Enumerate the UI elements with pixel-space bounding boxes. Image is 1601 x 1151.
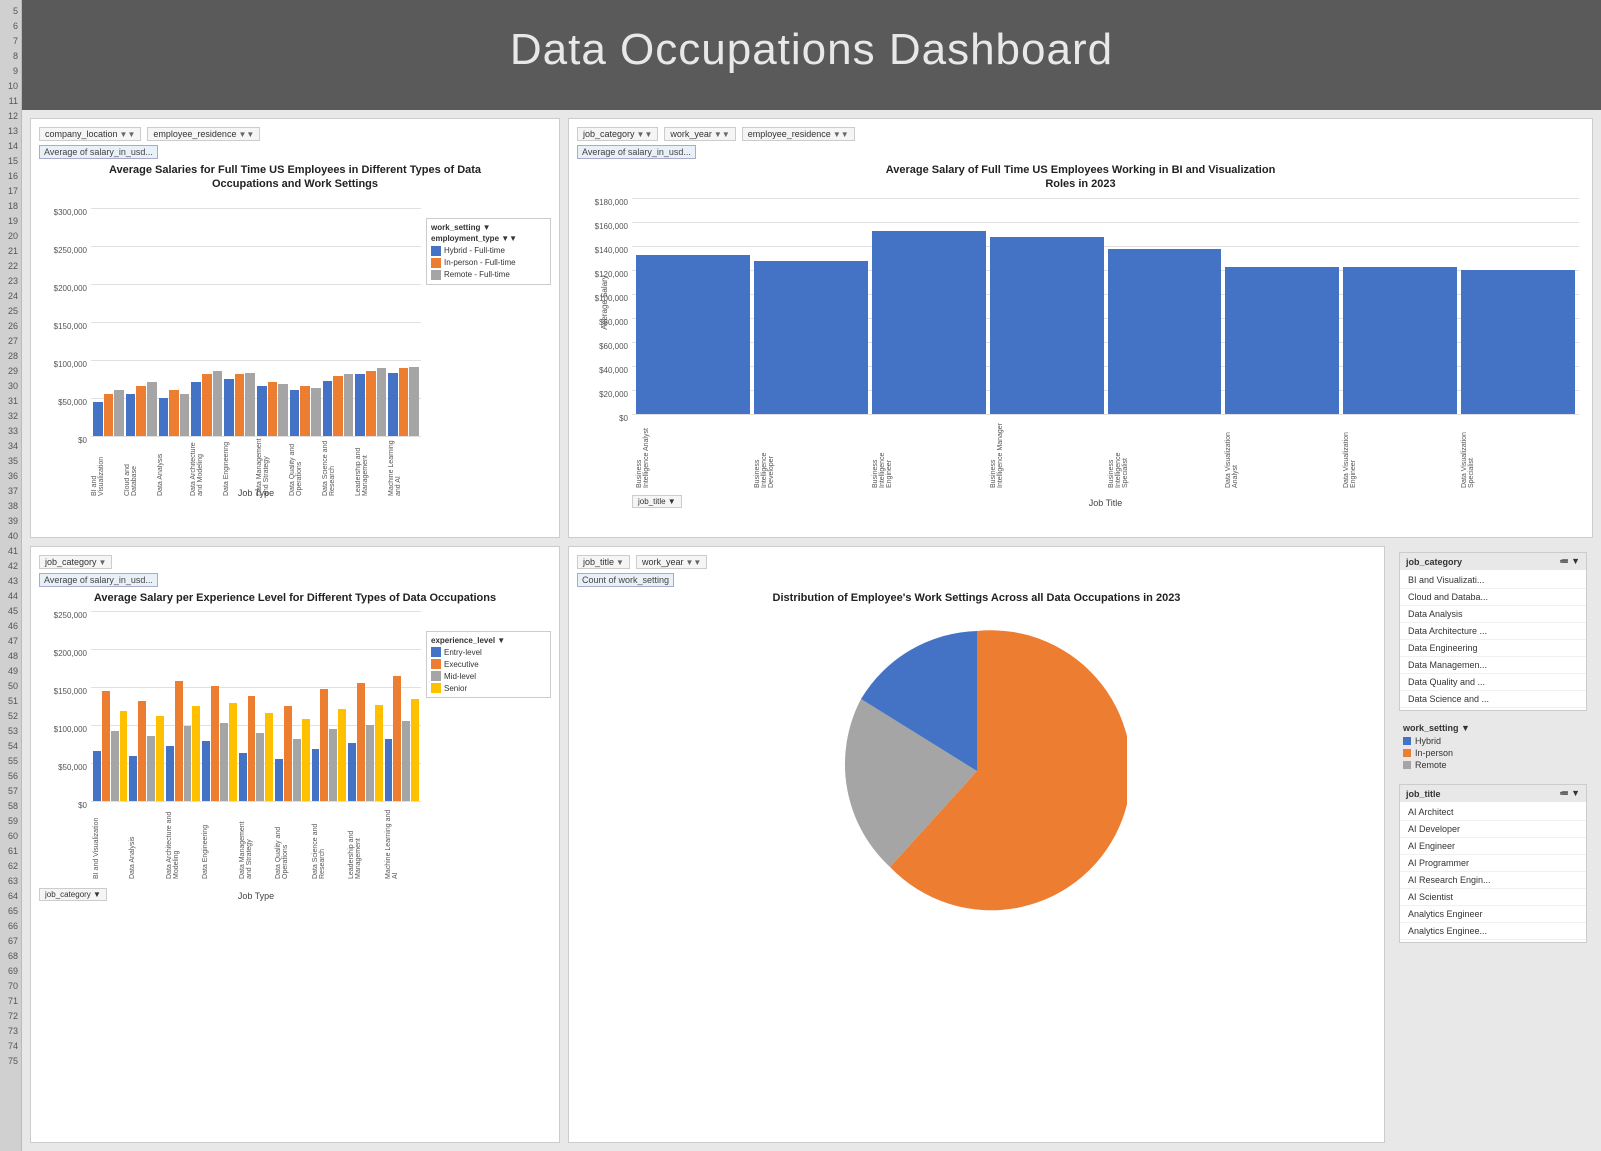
x-label-bi-specialist: Business Intelligence Specialist <box>1108 423 1222 488</box>
top-left-filters: company_location ▼▼ employee_residence ▼… <box>39 127 551 141</box>
x-label-bi-manager: Business Intelligence Manager <box>990 423 1104 488</box>
x-label-bi-engineer: Business Intelligence Engineer <box>872 423 986 488</box>
x-label-bi-developer: Business Intelligence Developer <box>754 423 868 488</box>
dashboard-header: Data Occupations Dashboard <box>22 0 1601 110</box>
job-title-filter-list[interactable]: AI Architect AI Developer AI Engineer AI… <box>1400 802 1586 942</box>
top-right-chart-title: Average Salary of Full Time US Employees… <box>577 163 1584 192</box>
right-sidebar: job_category ≔ ▼ BI and Visualizati... C… <box>1393 546 1593 1143</box>
bottom-middle-panel: job_title ▼ work_year ▼▼ Count of work_s… <box>568 546 1385 1143</box>
top-left-panel: company_location ▼▼ employee_residence ▼… <box>30 118 560 538</box>
bar-bi-manager <box>990 237 1104 414</box>
top-left-chart-title: Average Salaries for Full Time US Employ… <box>39 163 551 192</box>
bottom-left-panel: job_category ▼ Average of salary_in_usd.… <box>30 546 560 1143</box>
x-label-dv-engineer: Data Visualization Engineer <box>1343 423 1457 488</box>
filter-work-year[interactable]: work_year ▼▼ <box>664 127 735 141</box>
count-work-setting-label: Count of work_setting <box>577 573 674 587</box>
page-title: Data Occupations Dashboard <box>22 0 1601 95</box>
filter-item-analytics-enginee[interactable]: Analytics Enginee... <box>1400 923 1586 940</box>
top-right-panel: job_category ▼▼ work_year ▼▼ employee_re… <box>568 118 1593 538</box>
filter-item-analytics-engineer[interactable]: Analytics Engineer <box>1400 906 1586 923</box>
legend-work-setting-label: work_setting ▼ <box>431 223 546 232</box>
work-setting-legend-title: work_setting ▼ <box>1403 723 1583 733</box>
job-category-filter-header[interactable]: job_category ≔ ▼ <box>1400 553 1586 570</box>
filter-item-ai-developer[interactable]: AI Developer <box>1400 821 1586 838</box>
filter-employee-residence[interactable]: employee_residence ▼▼ <box>147 127 260 141</box>
bar-bi-specialist <box>1108 249 1222 414</box>
filter-item-management[interactable]: Data Managemen... <box>1400 657 1586 674</box>
bar-bi-developer <box>754 261 868 414</box>
job-title-filter-header[interactable]: job_title ≔ ▼ <box>1400 785 1586 802</box>
filter-item-cloud[interactable]: Cloud and Databa... <box>1400 589 1586 606</box>
job-category-filter-box: job_category ≔ ▼ BI and Visualizati... C… <box>1399 552 1587 711</box>
filter-item-engineering[interactable]: Data Engineering <box>1400 640 1586 657</box>
filter-job-title-chip[interactable]: job_title ▼ <box>632 495 682 508</box>
bar-dv-engineer <box>1343 267 1457 414</box>
x-label-bi-analyst: Business Intelligence Analyst <box>636 423 750 488</box>
filter-item-ai-programmer[interactable]: AI Programmer <box>1400 855 1586 872</box>
x-label-dv-analyst: Data Visualization Analyst <box>1225 423 1339 488</box>
bar-dv-specialist <box>1461 270 1575 414</box>
bar-bi-analyst <box>636 255 750 414</box>
row-numbers: 5 6 7 8 9 10 11 12 13 14 15 16 17 18 19 … <box>0 0 22 1151</box>
pie-chart-container <box>577 611 1376 931</box>
job-title-filter-box: job_title ≔ ▼ AI Architect AI Developer … <box>1399 784 1587 943</box>
filter-job-category-bottom[interactable]: job_category ▼ <box>39 555 112 569</box>
filter-item-ai-engineer[interactable]: AI Engineer <box>1400 838 1586 855</box>
filter-item-ai-architect[interactable]: AI Architect <box>1400 804 1586 821</box>
bottom-left-chart-title: Average Salary per Experience Level for … <box>39 591 551 605</box>
bottom-left-x-title: Job Type <box>91 891 421 901</box>
filter-item-ai-scientist[interactable]: AI Scientist <box>1400 889 1586 906</box>
avg-salary-label-2: Average of salary_in_usd... <box>577 145 696 159</box>
filter-item-ai-research[interactable]: AI Research Engin... <box>1400 872 1586 889</box>
filter-job-category-chip-bottom[interactable]: job_category ▼ <box>39 888 107 901</box>
pie-chart <box>827 621 1127 921</box>
x-label-dv-specialist: Data Visualization Specialist <box>1461 423 1575 488</box>
bar-bi-engineer <box>872 231 986 414</box>
avg-salary-label-3: Average of salary_in_usd... <box>39 573 158 587</box>
work-setting-legend: work_setting ▼ Hybrid In-person Remote <box>1399 719 1587 776</box>
filter-item-science[interactable]: Data Science and ... <box>1400 691 1586 708</box>
bar-dv-analyst <box>1225 267 1339 414</box>
filter-item-architecture[interactable]: Data Architecture ... <box>1400 623 1586 640</box>
bottom-middle-chart-title: Distribution of Employee's Work Settings… <box>577 591 1376 605</box>
filter-item-analysis[interactable]: Data Analysis <box>1400 606 1586 623</box>
job-category-filter-list[interactable]: BI and Visualizati... Cloud and Databa..… <box>1400 570 1586 710</box>
filter-job-category[interactable]: job_category ▼▼ <box>577 127 658 141</box>
top-left-x-title: Job Type <box>91 488 421 498</box>
filter-item-bi[interactable]: BI and Visualizati... <box>1400 572 1586 589</box>
filter-item-quality[interactable]: Data Quality and ... <box>1400 674 1586 691</box>
legend-experience-level-label: experience_level ▼ <box>431 636 546 645</box>
filter-work-year-bottom[interactable]: work_year ▼▼ <box>636 555 707 569</box>
filter-icon-2: ▼▼ <box>238 130 254 139</box>
filter-job-title-bottom[interactable]: job_title ▼ <box>577 555 630 569</box>
filter-employee-residence-2[interactable]: employee_residence ▼▼ <box>742 127 855 141</box>
avg-salary-label: Average of salary_in_usd... <box>39 145 158 159</box>
legend-employment-type-label: employment_type ▼▼ <box>431 234 546 243</box>
top-right-x-title: Job Title <box>632 498 1579 508</box>
filter-icon: ▼▼ <box>120 130 136 139</box>
filter-company-location[interactable]: company_location ▼▼ <box>39 127 141 141</box>
